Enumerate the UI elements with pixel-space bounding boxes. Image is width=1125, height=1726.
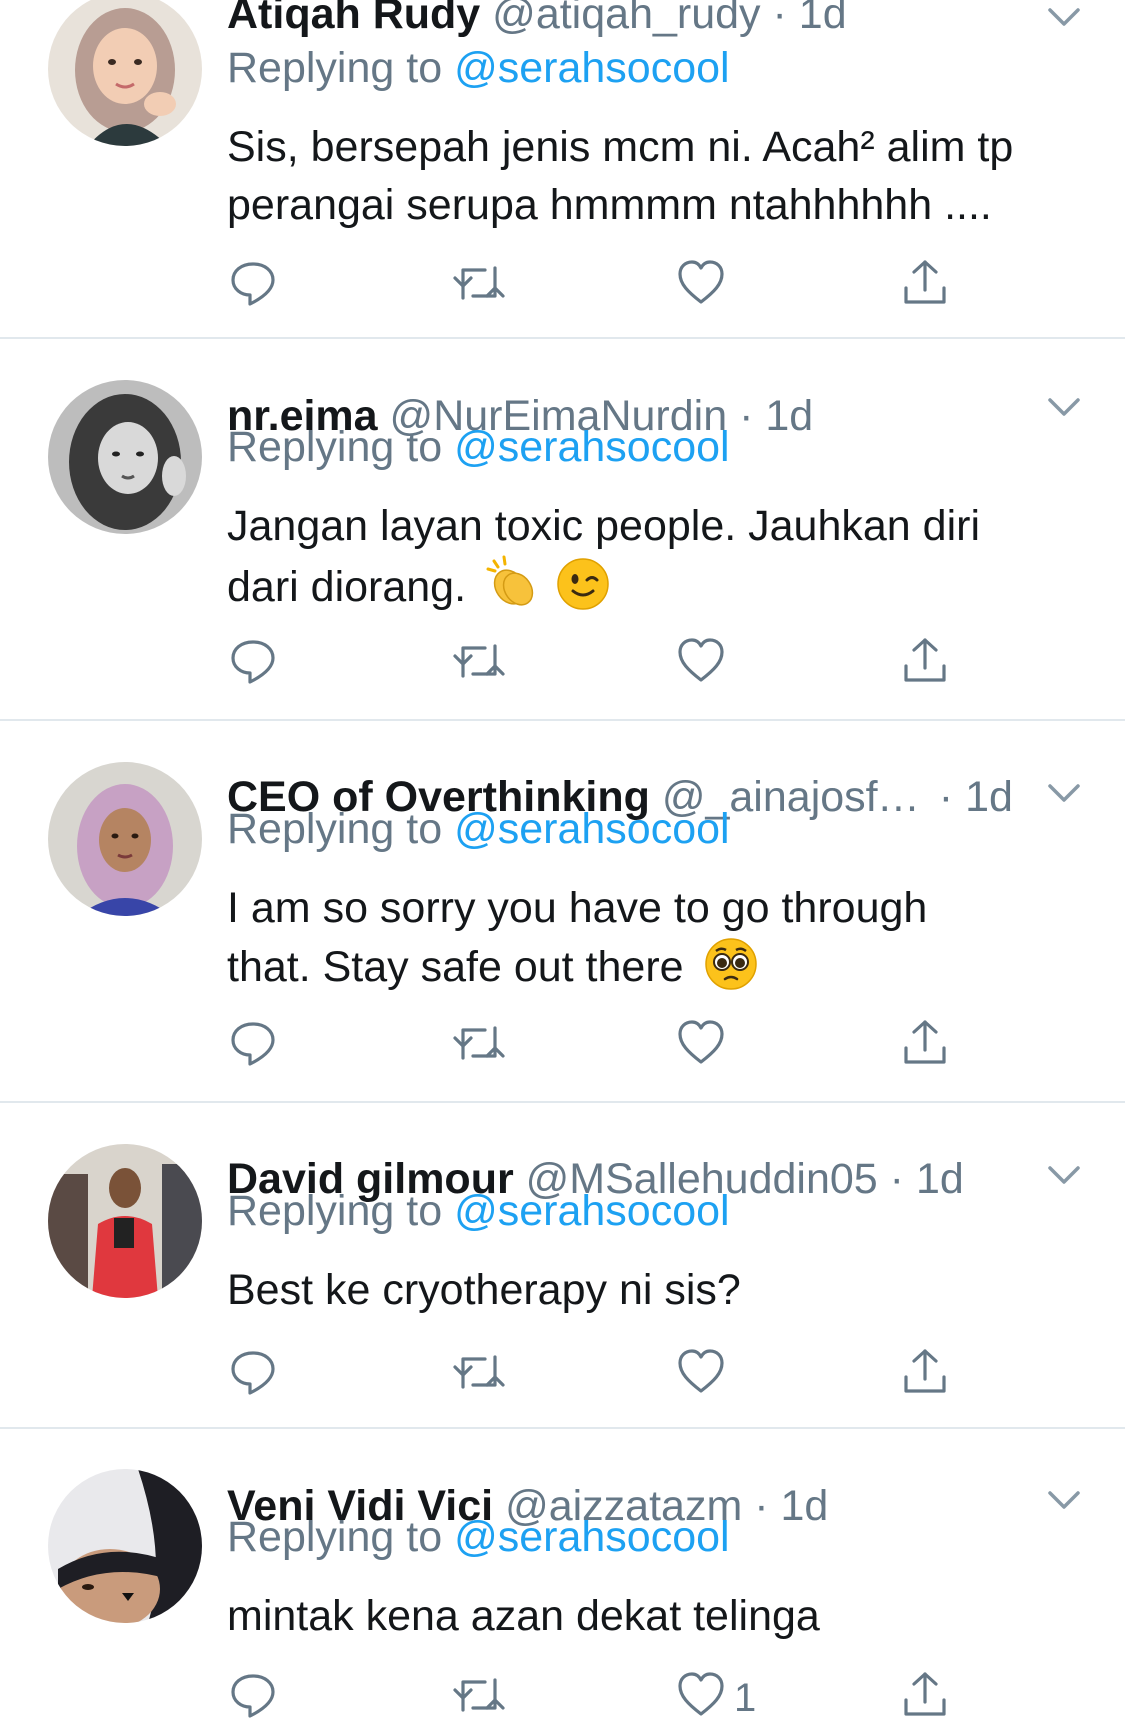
replying-to: Replying to @serahsocool bbox=[227, 1181, 1087, 1241]
heart-icon bbox=[678, 1020, 724, 1064]
retweet-icon bbox=[453, 266, 505, 300]
like-count: 1 bbox=[734, 1676, 757, 1720]
reply-icon bbox=[231, 1351, 275, 1395]
heart-icon bbox=[678, 1672, 724, 1716]
tweet-text-line-wrap: dari diorang. bbox=[227, 555, 1087, 626]
share-button[interactable] bbox=[900, 636, 950, 692]
reply-icon bbox=[231, 1022, 275, 1066]
reply-button[interactable] bbox=[228, 1347, 278, 1403]
replying-label: Replying to bbox=[227, 1513, 443, 1561]
tweet-text: Best ke cryotherapy ni sis? bbox=[227, 1261, 1087, 1319]
tweet-text-line: that. Stay safe out there bbox=[227, 943, 684, 991]
divider bbox=[0, 719, 1125, 721]
mention-link[interactable]: @serahsocool bbox=[454, 423, 730, 471]
share-icon bbox=[904, 1020, 946, 1064]
replying-to: Replying to @serahsocool bbox=[227, 38, 1087, 98]
reply-button[interactable] bbox=[228, 258, 278, 314]
mention-link[interactable]: @serahsocool bbox=[454, 1187, 730, 1235]
mention-link[interactable]: @serahsocool bbox=[454, 805, 730, 853]
like-button[interactable] bbox=[676, 258, 726, 314]
avatar[interactable] bbox=[48, 380, 202, 534]
share-button[interactable] bbox=[900, 1018, 950, 1074]
tweet-text-line: Sis, bersepah jenis mcm ni. Acah² alim t… bbox=[227, 123, 1014, 171]
replying-label: Replying to bbox=[227, 805, 443, 853]
replies-feed: Atiqah Rudy @atiqah_rudy · 1d Replying t… bbox=[0, 0, 1125, 1720]
like-button[interactable] bbox=[676, 1018, 726, 1074]
replying-to: Replying to @serahsocool bbox=[227, 1507, 1087, 1567]
share-button[interactable] bbox=[900, 258, 950, 314]
heart-icon bbox=[678, 260, 724, 304]
action-bar bbox=[0, 1347, 1125, 1403]
tweet-text-line: Jangan layan toxic people. Jauhkan diri bbox=[227, 502, 981, 550]
pleading-face-emoji bbox=[704, 937, 758, 1006]
divider bbox=[0, 1427, 1125, 1429]
retweet-icon bbox=[453, 1678, 505, 1712]
reply-icon bbox=[231, 640, 275, 684]
separator-dot: · bbox=[772, 0, 787, 38]
reply-icon bbox=[231, 1674, 275, 1718]
winking-face-emoji bbox=[556, 557, 610, 626]
reply-button[interactable] bbox=[228, 1018, 278, 1074]
retweet-icon bbox=[453, 644, 505, 678]
tweet-text-line: I am so sorry you have to go through bbox=[227, 884, 928, 932]
replying-label: Replying to bbox=[227, 44, 443, 92]
avatar[interactable] bbox=[48, 0, 202, 146]
retweet-button[interactable] bbox=[451, 258, 507, 314]
timestamp[interactable]: 1d bbox=[799, 0, 847, 38]
tweet-text-line: Best ke cryotherapy ni sis? bbox=[227, 1266, 741, 1314]
user-handle[interactable]: @atiqah_rudy bbox=[492, 0, 760, 38]
tweet-text: mintak kena azan dekat telinga bbox=[227, 1587, 1087, 1645]
mention-link[interactable]: @serahsocool bbox=[454, 44, 730, 92]
clapping-hands-emoji bbox=[486, 555, 542, 626]
replying-label: Replying to bbox=[227, 1187, 443, 1235]
tweet-text-line: mintak kena azan dekat telinga bbox=[227, 1592, 820, 1640]
action-bar bbox=[0, 258, 1125, 314]
tweet-text: Sis, bersepah jenis mcm ni. Acah² alim t… bbox=[227, 118, 1087, 234]
like-button[interactable] bbox=[676, 636, 726, 692]
heart-icon bbox=[678, 638, 724, 682]
chevron-down-icon[interactable] bbox=[1046, 2, 1082, 32]
action-bar bbox=[0, 636, 1125, 692]
replying-to: Replying to @serahsocool bbox=[227, 799, 1087, 859]
retweet-icon bbox=[453, 1355, 505, 1389]
tweet-text: Jangan layan toxic people. Jauhkan diri … bbox=[227, 497, 1087, 626]
retweet-button[interactable] bbox=[451, 1018, 507, 1074]
avatar[interactable] bbox=[48, 1144, 202, 1298]
mention-link[interactable]: @serahsocool bbox=[454, 1513, 730, 1561]
share-icon bbox=[904, 638, 946, 682]
share-button[interactable] bbox=[900, 1347, 950, 1403]
avatar[interactable] bbox=[48, 762, 202, 916]
reply-button[interactable] bbox=[228, 636, 278, 692]
tweet-text-line-wrap: that. Stay safe out there bbox=[227, 937, 1087, 1006]
share-icon bbox=[904, 1349, 946, 1393]
retweet-icon bbox=[453, 1026, 505, 1060]
retweet-button[interactable] bbox=[451, 1347, 507, 1403]
divider bbox=[0, 337, 1125, 339]
like-button[interactable] bbox=[676, 1347, 726, 1403]
display-name[interactable]: Atiqah Rudy bbox=[227, 0, 480, 38]
avatar[interactable] bbox=[48, 1469, 202, 1623]
tweet-text: I am so sorry you have to go through tha… bbox=[227, 879, 1087, 1006]
tweet-text-line: perangai serupa hmmmm ntahhhhhh .... bbox=[227, 181, 992, 229]
share-icon bbox=[904, 260, 946, 304]
replying-label: Replying to bbox=[227, 423, 443, 471]
replying-to: Replying to @serahsocool bbox=[227, 417, 1087, 477]
retweet-button[interactable] bbox=[451, 636, 507, 692]
heart-icon bbox=[678, 1349, 724, 1393]
divider bbox=[0, 1101, 1125, 1103]
action-bar bbox=[0, 1018, 1125, 1074]
share-icon bbox=[904, 1672, 946, 1716]
reply-icon bbox=[231, 262, 275, 306]
tweet-text-line: dari diorang. bbox=[227, 563, 467, 611]
